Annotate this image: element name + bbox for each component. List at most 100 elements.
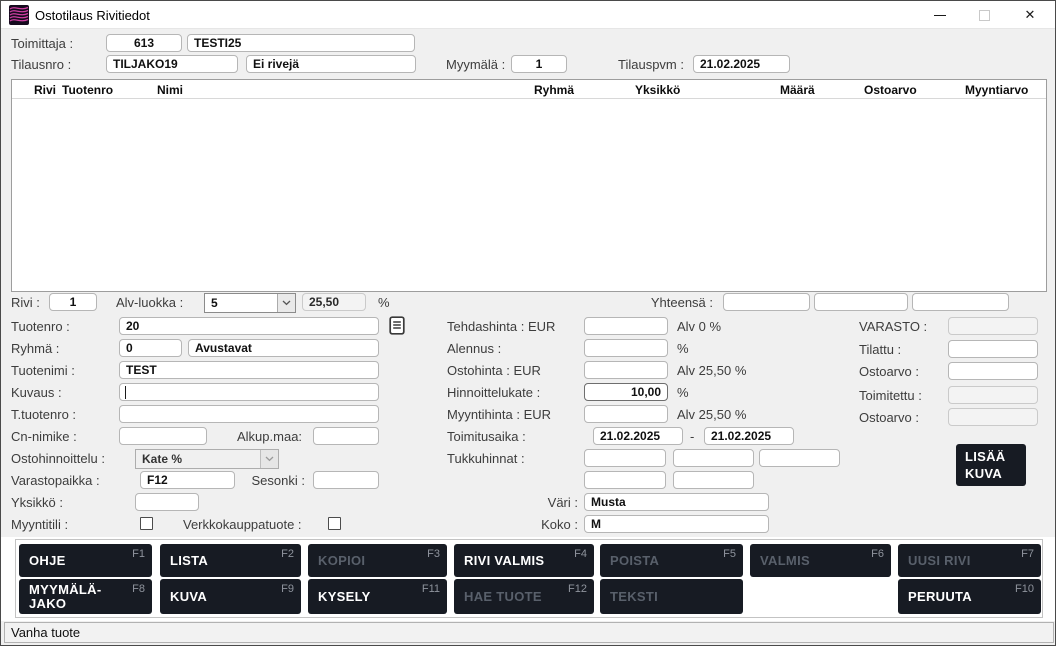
varastopaikka-label: Varastopaikka : [11,473,100,488]
document-icon[interactable] [389,316,405,335]
tukkuhinta-field-2[interactable] [673,449,754,467]
ostoarvo-tilattu-field[interactable] [948,362,1038,380]
ostoarvo-toimitettu-label: Ostoarvo : [859,410,919,425]
ostohinnoittelu-select: Kate % [135,449,279,469]
yksikko-field[interactable] [135,493,199,511]
myymalajako-fkey: F8 [132,583,145,595]
koko-field[interactable]: M [584,515,769,533]
tukkuhinta-field-4[interactable] [584,471,666,489]
lisaa-kuva-line1: LISÄÄ [965,448,1006,465]
myyntitili-label: Myyntitili : [11,517,68,532]
valmis-fkey: F6 [871,548,884,560]
order-rows-table: Rivi Tuotenro Nimi Ryhmä Yksikkö Määrä O… [11,79,1047,292]
minimize-button[interactable] [923,1,957,29]
sesonki-field[interactable] [313,471,379,489]
uusi-rivi-button: UUSI RIVIF7 [898,544,1041,577]
ostohinnoittelu-label: Ostohinnoittelu : [11,451,105,466]
alkup-maa-field[interactable] [313,427,379,445]
varasto-field [948,317,1038,335]
poista-button: POISTAF5 [600,544,743,577]
close-icon: ✕ [1025,7,1036,23]
myymala-field[interactable]: 1 [511,55,567,73]
kopioi-fkey: F3 [427,548,440,560]
rivi-valmis-fkey: F4 [574,548,587,560]
myymala-label: Myymälä : [446,57,505,72]
tilausnro-label: Tilausnro : [11,57,71,72]
toimitusaika-from-field[interactable]: 21.02.2025 [593,427,683,445]
col-ryhma: Ryhmä [534,83,574,97]
myyntitili-checkbox[interactable] [140,517,153,530]
chevron-down-icon[interactable] [277,294,295,312]
status-bar: Vanha tuote [4,622,1054,643]
alv-luokka-select[interactable]: 5 [204,293,296,313]
hae-tuote-fkey: F12 [568,583,587,595]
verkkokauppatuote-label: Verkkokauppatuote : [183,517,302,532]
col-myyntiarvo: Myyntiarvo [965,83,1028,97]
t-tuotenro-field[interactable] [119,405,379,423]
kuvaus-field[interactable] [119,383,379,401]
tilauspvm-field[interactable]: 21.02.2025 [693,55,790,73]
toimittaja-code-field[interactable]: 613 [106,34,182,52]
ostoarvo-tilattu-label: Ostoarvo : [859,364,919,379]
close-button[interactable]: ✕ [1013,1,1047,29]
tilattu-label: Tilattu : [859,342,901,357]
col-rivi: Rivi [34,83,56,97]
t-tuotenro-label: T.tuotenro : [11,407,76,422]
col-yksikko: Yksikkö [635,83,680,97]
kysely-button[interactable]: KYSELYF11 [308,579,447,614]
tuotenimi-field[interactable]: TEST [119,361,379,379]
app-icon [9,5,29,25]
ryhma-name-field: Avustavat [188,339,379,357]
tuotenimi-label: Tuotenimi : [11,363,75,378]
hae-tuote-button: HAE TUOTEF12 [454,579,594,614]
status-text: Vanha tuote [11,625,80,640]
tuotenro-field[interactable]: 20 [119,317,379,335]
cn-nimike-field[interactable] [119,427,207,445]
ohje-button[interactable]: OHJEF1 [19,544,152,577]
yhteensa-label: Yhteensä : [641,295,713,310]
tilausnro-field[interactable]: TILJAKO19 [106,55,238,73]
varastopaikka-field[interactable]: F12 [140,471,235,489]
rivi-valmis-button[interactable]: RIVI VALMIS F4 [454,544,594,577]
kuva-button[interactable]: KUVAF9 [160,579,301,614]
rivi-field[interactable]: 1 [49,293,97,311]
tukkuhinta-field-1[interactable] [584,449,666,467]
tuotenro-label: Tuotenro : [11,319,70,334]
alv-pct-unit: % [378,295,390,310]
vari-field[interactable]: Musta [584,493,769,511]
maximize-button[interactable] [967,1,1001,29]
ryhma-code-field[interactable]: 0 [119,339,182,357]
rivi-valmis-label: RIVI VALMIS [464,553,544,568]
tukkuhinta-field-3[interactable] [759,449,840,467]
tehdashinta-field[interactable] [584,317,668,335]
tilattu-field[interactable] [948,340,1038,358]
alennus-field[interactable] [584,339,668,357]
peruuta-button[interactable]: PERUUTAF10 [898,579,1041,614]
valmis-label: VALMIS [760,553,810,568]
toimittaja-name-field[interactable]: TESTI25 [187,34,415,52]
ostoarvo-toimitettu-field [948,408,1038,426]
toimitettu-label: Toimitettu : [859,388,922,403]
tukkuhinta-field-5[interactable] [673,471,754,489]
alv-luokka-label: Alv-luokka : [116,295,183,310]
tukkuhinnat-label: Tukkuhinnat : [447,451,525,466]
verkkokauppatuote-checkbox[interactable] [328,517,341,530]
toimitusaika-to-field[interactable]: 21.02.2025 [704,427,794,445]
hinnoittelukate-field[interactable]: 10,00 [584,383,668,401]
lista-button[interactable]: LISTAF2 [160,544,301,577]
ostohinta-field[interactable] [584,361,668,379]
toimitusaika-separator: - [690,429,694,444]
hinnoittelukate-label: Hinnoittelukate : [447,385,540,400]
hinnoittelukate-suffix: % [677,385,689,400]
kysely-label: KYSELY [318,589,371,604]
chevron-down-icon [260,450,278,468]
ostohinta-label: Ostohinta : EUR [447,363,541,378]
lisaa-kuva-button[interactable]: LISÄÄ KUVA [956,444,1026,486]
myymalajako-button[interactable]: MYYMÄLÄ-JAKOF8 [19,579,152,614]
myyntihinta-field[interactable] [584,405,668,423]
ostohinnoittelu-value: Kate % [142,452,182,466]
sesonki-label: Sesonki : [233,473,305,488]
lista-label: LISTA [170,553,208,568]
alennus-suffix: % [677,341,689,356]
ryhma-label: Ryhmä : [11,341,59,356]
